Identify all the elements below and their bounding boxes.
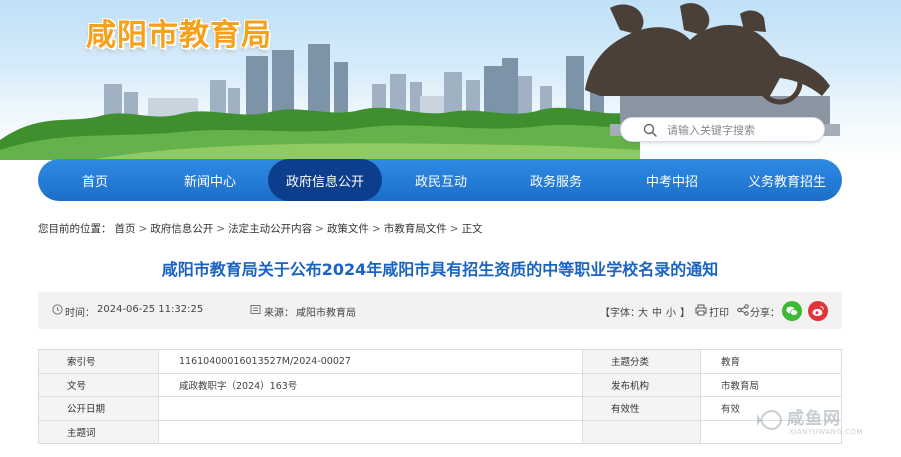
publish-time-value: 2024-06-25 11:32:25 (97, 304, 204, 315)
breadcrumb-link-home[interactable]: 首页 (115, 223, 136, 235)
site-logo-title[interactable]: 咸阳市教育局 (86, 10, 272, 54)
breadcrumb-separator: > (315, 223, 324, 235)
nav-item-high-school-admission[interactable]: 中考中招 (612, 159, 732, 201)
index-number-value: 11610400016013527M/2024-00027 (158, 349, 583, 374)
index-number-label: 索引号 (38, 349, 159, 374)
publish-time-label: 时间： (65, 308, 95, 319)
watermark-fish-icon (757, 410, 783, 430)
table-row: 索引号 11610400016013527M/2024-00027 主题分类 教… (38, 349, 842, 374)
table-row: 主题词 (38, 419, 842, 444)
main-nav: 首页 新闻中心 政府信息公开 政民互动 政务服务 中考中招 义务教育招生 (38, 159, 842, 201)
font-size-small[interactable]: 小 (666, 304, 676, 319)
nav-item-public-interaction[interactable]: 政民互动 (382, 159, 500, 201)
font-size-close: 】 (680, 308, 690, 319)
source-value: 咸阳市教育局 (296, 308, 356, 319)
article-title: 咸阳市教育局关于公布2024年咸阳市具有招生资质的中等职业学校名录的通知 (161, 260, 719, 279)
document-number-label: 文号 (38, 372, 159, 397)
breadcrumb-link-statutory-content[interactable]: 法定主动公开内容 (228, 223, 312, 235)
article-meta-bar: 时间： 2024-06-25 11:32:25 来源： 咸阳市教育局 【字体： … (38, 292, 842, 329)
source-label: 来源： (264, 308, 294, 319)
breadcrumb-separator: > (138, 223, 148, 235)
watermark-text: 咸鱼网 (787, 409, 841, 429)
keywords-label: 主题词 (38, 419, 159, 444)
breadcrumb-link-gov-info[interactable]: 政府信息公开 (150, 223, 213, 235)
share-label: 分享： (750, 308, 780, 319)
share-icon (737, 304, 749, 316)
search-input[interactable] (667, 120, 817, 140)
nav-item-compulsory-education-enrollment[interactable]: 义务教育招生 (732, 159, 842, 201)
topic-category-value: 教育 (700, 349, 842, 374)
print-button[interactable]: 打印 (709, 304, 729, 319)
header-banner: 咸阳市教育局 (0, 0, 901, 160)
weibo-share-icon[interactable] (808, 301, 828, 321)
breadcrumb-separator: > (216, 223, 226, 235)
issuing-agency-label: 发布机构 (582, 372, 701, 397)
breadcrumb-link-policy-docs[interactable]: 政策文件 (327, 223, 369, 235)
document-info-table: 索引号 11610400016013527M/2024-00027 主题分类 教… (38, 349, 842, 444)
table-row: 文号 咸政教职字（2024）163号 发布机构 市教育局 (38, 372, 842, 397)
printer-icon[interactable] (695, 304, 707, 316)
table-row: 公开日期 有效性 有效 (38, 396, 842, 421)
empty-label-cell (582, 419, 701, 444)
nav-item-gov-info-disclosure[interactable]: 政府信息公开 (268, 159, 382, 201)
wechat-share-icon[interactable] (782, 301, 802, 321)
publish-date-label: 公开日期 (38, 396, 159, 421)
keywords-value (158, 419, 583, 444)
search-icon[interactable] (643, 123, 657, 137)
wechat-logo-icon (786, 306, 798, 316)
document-number-value: 咸政教职字（2024）163号 (158, 372, 583, 397)
font-size-medium[interactable]: 中 (652, 304, 662, 319)
nav-item-home[interactable]: 首页 (38, 159, 152, 201)
font-size-large[interactable]: 大 (638, 304, 648, 319)
clock-icon (52, 304, 63, 315)
font-size-label: 【字体： (600, 308, 640, 319)
watermark: 咸鱼网 XIANYUWANG.COM (757, 402, 897, 442)
issuing-agency-value: 市教育局 (700, 372, 842, 397)
nav-item-gov-services[interactable]: 政务服务 (500, 159, 612, 201)
search-box[interactable] (620, 117, 825, 142)
breadcrumb-separator: > (371, 223, 381, 235)
breadcrumb-prefix: 您目前的位置： (38, 223, 112, 235)
breadcrumb-current: 正文 (461, 223, 483, 235)
nav-item-news-center[interactable]: 新闻中心 (152, 159, 268, 201)
watermark-subtext: XIANYUWANG.COM (789, 428, 863, 436)
breadcrumb-separator: > (449, 223, 459, 235)
source-icon (250, 305, 261, 314)
validity-label: 有效性 (582, 396, 701, 421)
breadcrumb-link-bureau-docs[interactable]: 市教育局文件 (384, 223, 447, 235)
publish-date-value (158, 396, 583, 421)
breadcrumb: 您目前的位置： 首页 > 政府信息公开 > 法定主动公开内容 > 政策文件 > 市教育局文件 > 正文 (38, 221, 486, 236)
weibo-logo-icon (812, 306, 824, 317)
topic-category-label: 主题分类 (582, 349, 701, 374)
